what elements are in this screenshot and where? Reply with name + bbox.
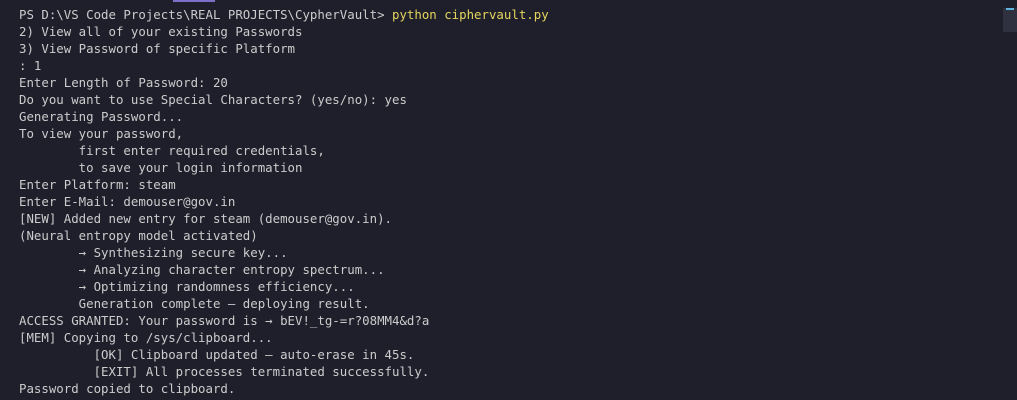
output-line: Generating Password... [19, 109, 184, 124]
typed-command: python ciphervault.py [392, 7, 549, 22]
output-line: (Neural entropy model activated) [19, 228, 258, 243]
output-line: [NEW] Added new entry for steam (demouse… [19, 211, 392, 226]
output-line: [MEM] Copying to /sys/clipboard... [19, 330, 273, 345]
output-line: 2) View all of your existing Passwords [19, 24, 303, 39]
output-line: 3) View Password of specific Platform [19, 41, 296, 56]
output-line: To view your password, [19, 126, 184, 141]
output-line: [OK] Clipboard updated — auto-erase in 4… [19, 347, 415, 362]
output-line: Enter Length of Password: 20 [19, 75, 228, 90]
command-line: PS D:\VS Code Projects\REAL PROJECTS\Cyp… [19, 6, 1017, 23]
output-line: → Synthesizing secure key... [19, 245, 288, 260]
vertical-scrollbar[interactable] [1003, 0, 1017, 400]
output-line: → Analyzing character entropy spectrum..… [19, 262, 385, 277]
output-line: Enter E-Mail: demouser@gov.in [19, 194, 236, 209]
scrollbar-thumb[interactable] [1003, 8, 1017, 32]
output-line: ACCESS GRANTED: Your password is → bEV!_… [19, 313, 430, 328]
output-line: [EXIT] All processes terminated successf… [19, 364, 430, 379]
output-line: Do you want to use Special Characters? (… [19, 92, 407, 107]
scrollbar-position-marker [1006, 8, 1014, 10]
output-line: : 1 [19, 58, 42, 73]
output-line: to save your login information [19, 160, 303, 175]
output-line: → Optimizing randomness efficiency... [19, 279, 355, 294]
output-line: Generation complete — deploying result. [19, 296, 370, 311]
output-line: Enter Platform: steam [19, 177, 176, 192]
active-tab-indicator [173, 0, 215, 2]
shell-prompt: PS D:\VS Code Projects\REAL PROJECTS\Cyp… [19, 7, 392, 22]
terminal-panel[interactable]: PS D:\VS Code Projects\REAL PROJECTS\Cyp… [0, 0, 1017, 400]
output-line: Password copied to clipboard. [19, 381, 236, 396]
output-line: first enter required credentials, [19, 143, 325, 158]
